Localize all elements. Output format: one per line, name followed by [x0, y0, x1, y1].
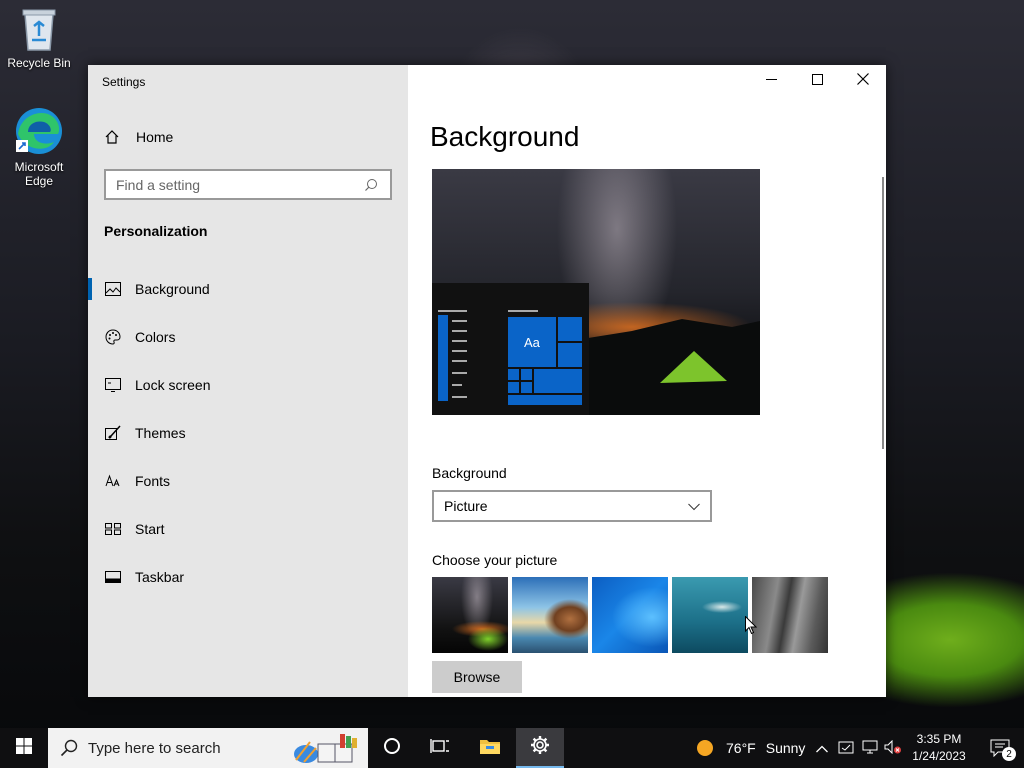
show-hidden-icons-button[interactable]: [816, 728, 830, 768]
preview-start-tiles: [438, 310, 582, 405]
picture-thumbnails: [432, 577, 828, 653]
file-explorer-icon: [479, 737, 501, 760]
cortana-button[interactable]: [370, 728, 414, 768]
sidebar-item-fonts[interactable]: Fonts: [88, 457, 408, 505]
taskbar: Type here to search 76°F Sunny 3:35 PM 1…: [0, 728, 1024, 768]
picture-thumbnail[interactable]: [432, 577, 508, 653]
settings-taskbar-button[interactable]: [516, 728, 564, 768]
sidebar-item-themes[interactable]: Themes: [88, 409, 408, 457]
edge-icon: [14, 106, 64, 156]
task-view-button[interactable]: [418, 728, 462, 768]
taskbar-search-placeholder: Type here to search: [88, 739, 221, 757]
picture-icon: [104, 280, 122, 298]
start-grid-icon: [104, 520, 122, 538]
recycle-bin-icon: [19, 6, 59, 52]
clock-time: 3:35 PM: [916, 732, 962, 746]
desktop-icon-label: Recycle Bin: [7, 56, 71, 70]
gear-icon: [530, 735, 550, 760]
security-tray-icon: [838, 739, 854, 758]
sidebar-item-taskbar[interactable]: Taskbar: [88, 553, 408, 601]
network-icon: [862, 740, 878, 757]
page-title: Background: [430, 121, 580, 152]
task-view-icon: [430, 738, 450, 759]
clock[interactable]: 3:35 PM 1/24/2023: [902, 731, 976, 765]
start-button[interactable]: [0, 728, 48, 768]
search-highlight-books-icon: [290, 732, 360, 768]
sidebar-item-label: Start: [135, 521, 165, 537]
network-tray-button[interactable]: [862, 728, 880, 768]
sidebar-item-start[interactable]: Start: [88, 505, 408, 553]
sidebar-item-label: Themes: [135, 425, 186, 441]
sidebar-item-label: Background: [135, 281, 210, 297]
volume-muted-icon: [884, 739, 902, 757]
maximize-icon: [811, 72, 823, 90]
choose-picture-label: Choose your picture: [432, 552, 558, 568]
background-label: Background: [432, 465, 507, 481]
windows-logo-icon: [16, 737, 32, 759]
sidebar-item-label: Taskbar: [135, 569, 185, 585]
sidebar-item-label: Lock screen: [135, 377, 211, 393]
picture-thumbnail[interactable]: [512, 577, 588, 653]
picture-thumbnail[interactable]: [672, 577, 748, 653]
fonts-icon: [104, 472, 122, 490]
chevron-up-icon: [816, 740, 828, 756]
close-button[interactable]: [840, 65, 886, 97]
preview-start-menu: Aa: [432, 283, 589, 415]
mouse-cursor-icon: [745, 615, 758, 640]
desktop-icon-label: Edge: [24, 174, 54, 188]
file-explorer-button[interactable]: [468, 728, 512, 768]
picture-thumbnail[interactable]: [752, 577, 828, 653]
taskbar-icon: [104, 568, 122, 586]
palette-icon: [104, 328, 122, 346]
cortana-circle-icon: [383, 737, 401, 760]
close-icon: [857, 72, 869, 90]
chevron-down-icon: [688, 498, 700, 514]
lock-screen-icon: [104, 376, 122, 394]
sidebar-item-background[interactable]: Background: [88, 265, 408, 313]
preview-tile-text: Aa: [524, 335, 540, 350]
taskbar-search-box[interactable]: Type here to search: [48, 728, 368, 768]
search-icon: [60, 739, 78, 757]
themes-brush-icon: [104, 424, 122, 442]
find-setting-input[interactable]: [116, 176, 366, 193]
sun-icon: [696, 739, 714, 757]
notification-icon: 2: [990, 739, 1016, 761]
search-icon: [364, 178, 378, 197]
picture-thumbnail[interactable]: [592, 577, 668, 653]
find-setting-search[interactable]: [104, 169, 392, 200]
active-indicator: [88, 278, 92, 300]
sidebar-nav: Background Colors Lock screen Themes Fon…: [88, 265, 408, 601]
maximize-button[interactable]: [794, 65, 840, 97]
volume-tray-button[interactable]: [884, 728, 904, 768]
background-preview: Aa: [432, 169, 760, 415]
sidebar-item-label: Fonts: [135, 473, 171, 489]
scrollbar[interactable]: [882, 177, 884, 449]
dropdown-value: Picture: [444, 498, 488, 514]
settings-window: Settings Home Personalization Background: [88, 65, 886, 697]
tray-app-icon[interactable]: [838, 728, 856, 768]
desktop-icon-label: Microsoft: [14, 160, 64, 174]
weather-temp: 76°F: [726, 740, 756, 756]
background-type-dropdown[interactable]: Picture: [432, 490, 712, 522]
sidebar-item-lock-screen[interactable]: Lock screen: [88, 361, 408, 409]
sidebar-item-colors[interactable]: Colors: [88, 313, 408, 361]
clock-date: 1/24/2023: [912, 749, 966, 763]
home-link[interactable]: Home: [104, 129, 173, 145]
content-pane: Background Aa Background Picture Choose …: [408, 65, 886, 697]
home-icon: [104, 129, 120, 145]
desktop-icon-recycle-bin[interactable]: Recycle Bin: [1, 6, 77, 70]
browse-button[interactable]: Browse: [432, 661, 522, 693]
home-label: Home: [136, 129, 174, 145]
weather-condition: Sunny: [765, 740, 806, 756]
sidebar-item-label: Colors: [135, 329, 176, 345]
section-title: Personalization: [104, 223, 208, 239]
minimize-button[interactable]: [748, 65, 794, 97]
weather-widget[interactable]: 76°F Sunny: [696, 728, 805, 768]
notification-count-badge: 2: [1002, 747, 1016, 761]
minimize-icon: [765, 72, 777, 90]
sidebar: Settings Home Personalization Background: [88, 65, 408, 697]
window-title: Settings: [102, 75, 146, 89]
action-center-button[interactable]: 2: [980, 728, 1020, 768]
desktop-icon-edge[interactable]: Microsoft Edge: [1, 106, 77, 188]
